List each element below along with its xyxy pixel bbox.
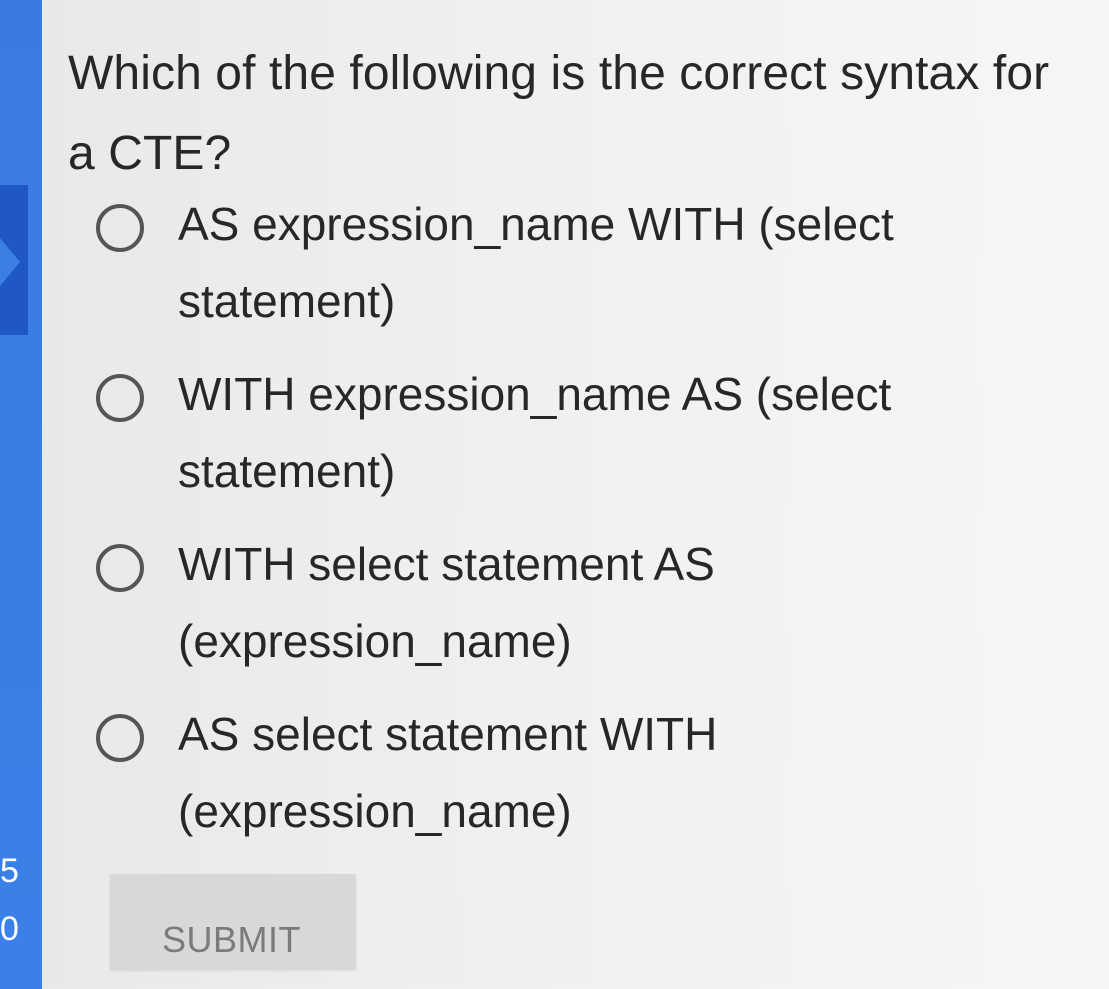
question-text: Which of the following is the correct sy… (68, 47, 1050, 180)
side-counter-top: 5 (0, 852, 19, 890)
radio-unchecked-icon[interactable] (96, 714, 144, 762)
submit-button[interactable]: SUBMIT (110, 874, 356, 970)
side-counter-bottom: 0 (0, 910, 19, 948)
left-blue-panel: 5 0 (0, 0, 42, 989)
answer-option-label-4[interactable]: AS select statement WITH (expression_nam… (178, 696, 938, 850)
radio-unchecked-icon[interactable] (96, 544, 144, 592)
quiz-card: Which of the following is the correct sy… (42, 0, 1109, 989)
answer-options: AS expression_name WITH (select statemen… (96, 186, 946, 866)
side-counter: 5 0 (0, 842, 19, 958)
radio-unchecked-icon[interactable] (96, 374, 144, 422)
answer-option-label-2[interactable]: WITH expression_name AS (select statemen… (178, 356, 938, 510)
answer-option-label-1[interactable]: AS expression_name WITH (select statemen… (178, 186, 938, 340)
answer-option-1[interactable]: AS expression_name WITH (select statemen… (96, 186, 946, 356)
answer-option-4[interactable]: AS select statement WITH (expression_nam… (96, 696, 946, 866)
left-panel-notch (0, 238, 20, 286)
answer-option-3[interactable]: WITH select statement AS (expression_nam… (96, 526, 946, 696)
radio-unchecked-icon[interactable] (96, 204, 144, 252)
answer-option-2[interactable]: WITH expression_name AS (select statemen… (96, 356, 946, 526)
answer-option-label-3[interactable]: WITH select statement AS (expression_nam… (178, 526, 938, 680)
